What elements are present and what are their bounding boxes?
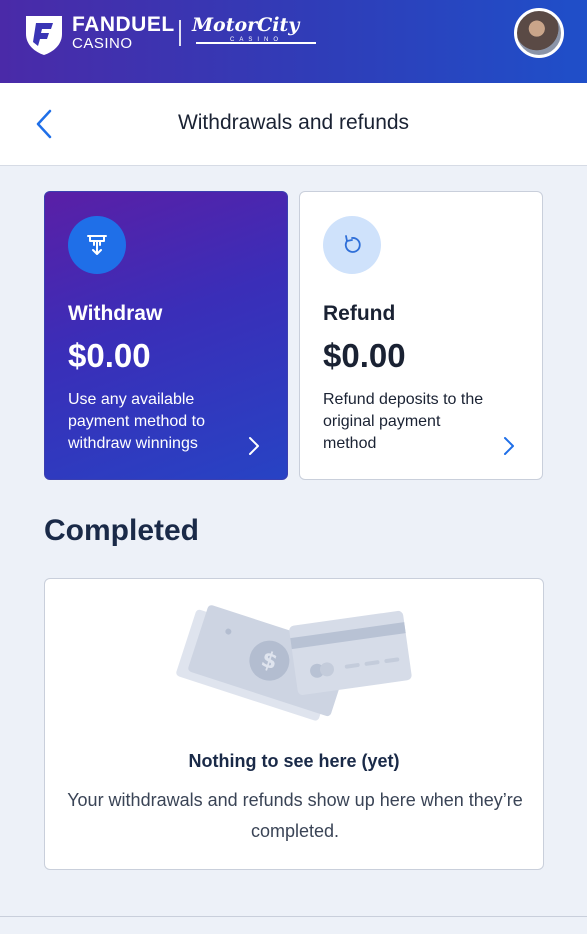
page-title: Withdrawals and refunds <box>177 111 410 134</box>
withdraw-icon <box>87 235 107 255</box>
page-header: Withdrawals and refunds <box>0 83 587 166</box>
withdraw-icon-circle <box>68 216 126 274</box>
bottom-divider <box>0 916 587 917</box>
refund-title: Refund <box>323 302 396 325</box>
completed-heading: Completed <box>44 514 200 547</box>
top-bar: FANDUEL CASINO MotorCity CASINO <box>0 0 587 83</box>
refund-icon-circle <box>323 216 381 274</box>
refund-description: Refund deposits to the original payment … <box>323 391 484 452</box>
brand-divider <box>179 20 181 46</box>
empty-state-title: Nothing to see here (yet) <box>188 751 400 771</box>
empty-state-card: $ Nothing to see here (yet) Your withdra… <box>44 578 544 870</box>
withdraw-amount: $0.00 <box>68 337 151 374</box>
brand-subname: CASINO <box>72 35 133 52</box>
empty-state-text: Your withdrawals and refunds show up her… <box>67 790 523 841</box>
withdraw-card[interactable]: Withdraw $0.00 Use any available payment… <box>44 191 288 480</box>
fanduel-shield-logo[interactable] <box>22 12 66 56</box>
chevron-right-icon <box>249 437 259 455</box>
refund-icon <box>344 235 361 253</box>
withdraw-title: Withdraw <box>68 302 163 325</box>
withdraw-description: Use any available payment method to with… <box>68 391 205 452</box>
avatar[interactable] <box>514 8 564 58</box>
refund-card[interactable]: Refund $0.00 Refund deposits to the orig… <box>299 191 543 480</box>
brand-name: FANDUEL <box>72 13 175 36</box>
partner-logo-sub: CASINO <box>230 37 284 43</box>
chevron-right-icon <box>504 437 514 455</box>
brand-wordmark: FANDUEL CASINO <box>72 14 175 52</box>
refund-amount: $0.00 <box>323 337 406 374</box>
money-and-card-illustration: $ <box>176 605 412 721</box>
partner-logo: MotorCity <box>192 14 300 36</box>
